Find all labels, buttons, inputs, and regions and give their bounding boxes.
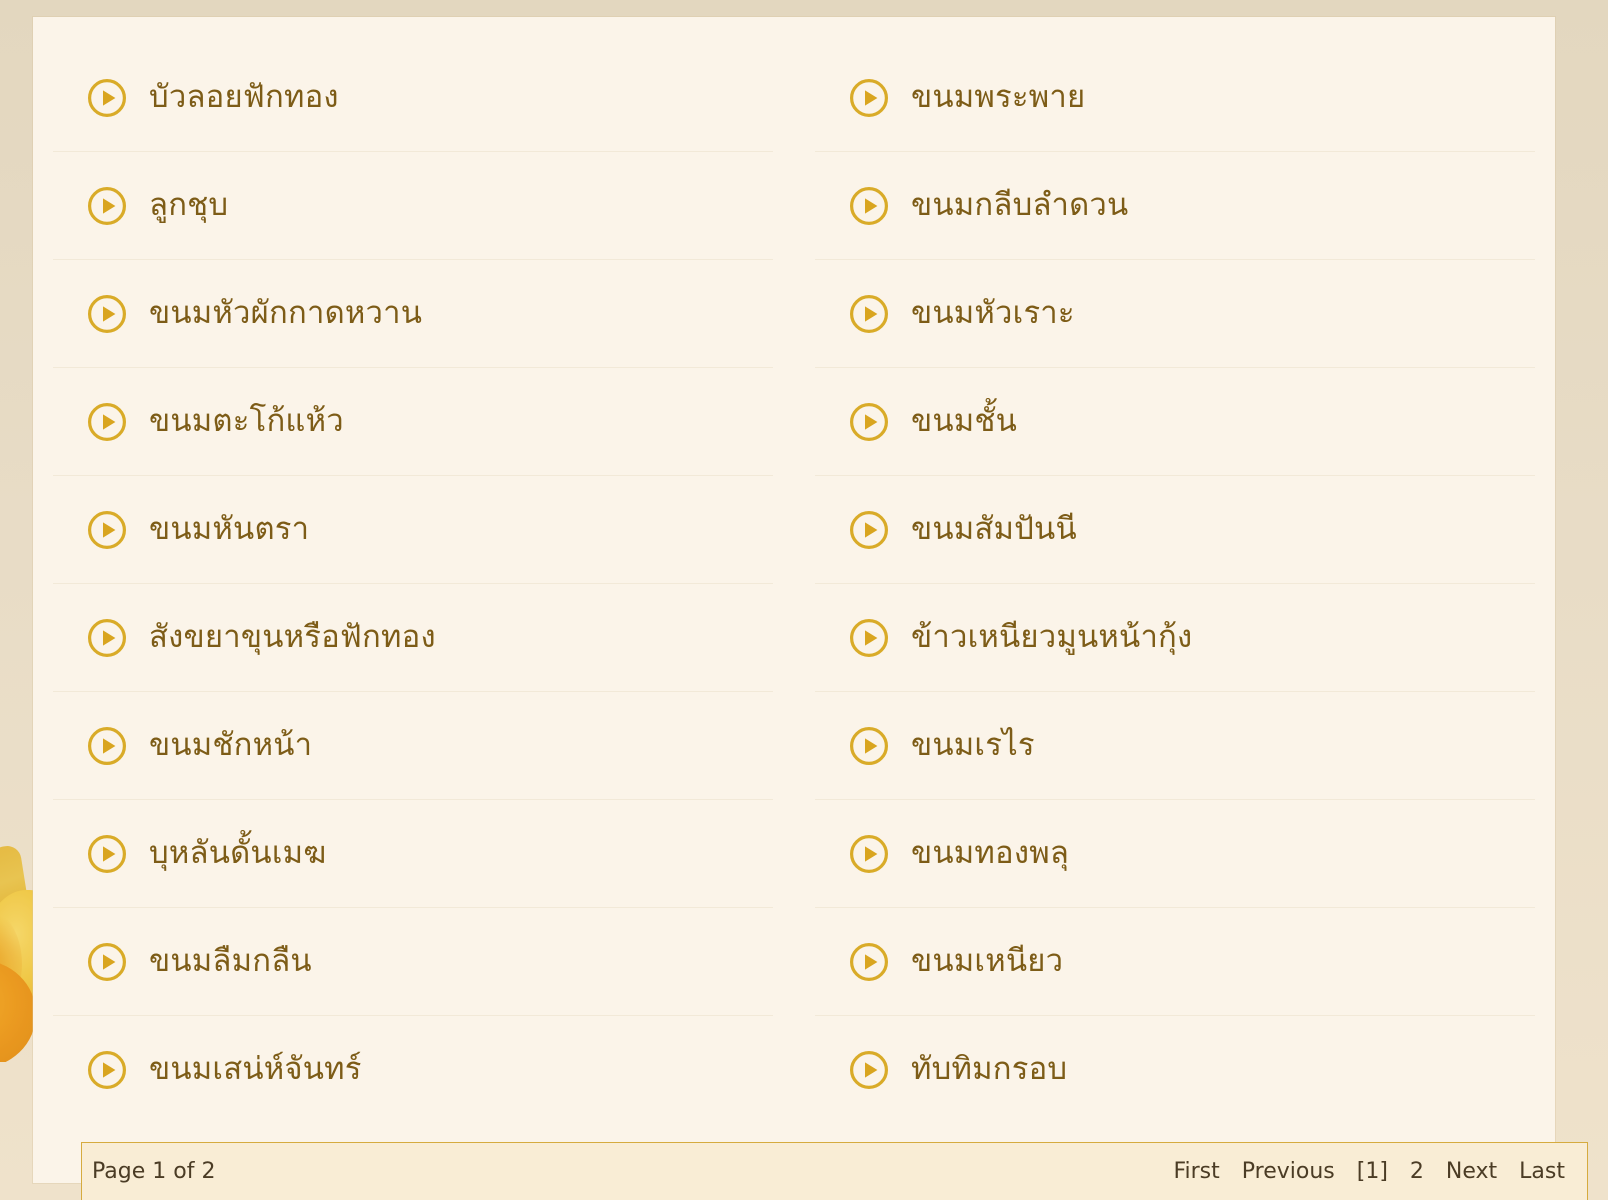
recipe-name-label: ขนมลืมกลืน <box>149 943 312 980</box>
recipe-list-item[interactable]: ขนมกลีบลำดวน <box>815 152 1535 260</box>
recipe-list-item[interactable]: ขนมลืมกลืน <box>53 908 773 1016</box>
recipe-list-item[interactable]: ทับทิมกรอบ <box>815 1016 1535 1124</box>
play-circle-icon[interactable] <box>849 726 889 766</box>
recipe-name-label: ทับทิมกรอบ <box>911 1051 1068 1088</box>
play-circle-icon[interactable] <box>87 726 127 766</box>
pagination-bar: Page 1 of 2 First Previous [1] 2 Next Last <box>81 1142 1588 1200</box>
recipe-name-label: บุหลันดั้นเมฆ <box>149 835 327 872</box>
recipe-list-item[interactable]: ลูกชุบ <box>53 152 773 260</box>
play-circle-icon[interactable] <box>849 186 889 226</box>
recipe-name-label: ขนมหัวเราะ <box>911 295 1075 332</box>
recipe-list-item[interactable]: บุหลันดั้นเมฆ <box>53 800 773 908</box>
recipe-name-label: ข้าวเหนียวมูนหน้ากุ้ง <box>911 619 1193 656</box>
recipe-name-label: ขนมหัวผักกาดหวาน <box>149 295 423 332</box>
recipe-name-label: ขนมพระพาย <box>911 79 1086 116</box>
recipe-list-item[interactable]: ขนมสัมปันนี <box>815 476 1535 584</box>
page-status-label: Page 1 of 2 <box>92 1159 216 1184</box>
recipe-name-label: ขนมทองพลุ <box>911 835 1070 872</box>
recipe-list-item[interactable]: ขนมตะโก้แห้ว <box>53 368 773 476</box>
play-circle-icon[interactable] <box>849 402 889 442</box>
pagination-link[interactable]: Last <box>1519 1159 1565 1184</box>
recipe-list-item[interactable]: ขนมหัวผักกาดหวาน <box>53 260 773 368</box>
pagination-links: First Previous [1] 2 Next Last <box>1173 1159 1573 1184</box>
play-circle-icon[interactable] <box>849 618 889 658</box>
recipe-list-item[interactable]: ขนมเรไร <box>815 692 1535 800</box>
play-circle-icon[interactable] <box>87 834 127 874</box>
recipe-list-panel: บัวลอยฟักทอง ขนมพระพาย ลูกชุบ ขนมกลีบลำด… <box>33 17 1588 1200</box>
recipe-name-label: ลูกชุบ <box>149 187 229 224</box>
play-circle-icon[interactable] <box>849 834 889 874</box>
recipe-name-label: ขนมเสน่ห์จันทร์ <box>149 1051 362 1088</box>
recipe-name-label: ขนมสัมปันนี <box>911 511 1077 548</box>
recipe-list-item[interactable]: สังขยาขุนหรือฟักทอง <box>53 584 773 692</box>
recipe-list-item[interactable]: ขนมพระพาย <box>815 44 1535 152</box>
play-circle-icon[interactable] <box>87 1050 127 1090</box>
play-circle-icon[interactable] <box>849 294 889 334</box>
recipe-list-item[interactable]: ข้าวเหนียวมูนหน้ากุ้ง <box>815 584 1535 692</box>
recipe-name-label: บัวลอยฟักทอง <box>149 79 339 116</box>
recipe-name-label: สังขยาขุนหรือฟักทอง <box>149 619 436 656</box>
recipe-name-label: ขนมเหนียว <box>911 943 1064 980</box>
recipe-list-item[interactable]: ขนมหันตรา <box>53 476 773 584</box>
play-circle-icon[interactable] <box>87 78 127 118</box>
play-circle-icon[interactable] <box>87 942 127 982</box>
recipe-name-label: ขนมหันตรา <box>149 511 310 548</box>
pagination-link[interactable]: Previous <box>1242 1159 1335 1184</box>
play-circle-icon[interactable] <box>87 402 127 442</box>
play-circle-icon[interactable] <box>87 294 127 334</box>
pagination-link[interactable]: First <box>1173 1159 1219 1184</box>
play-circle-icon[interactable] <box>87 510 127 550</box>
play-circle-icon[interactable] <box>849 1050 889 1090</box>
recipe-list-item[interactable]: ขนมหัวเราะ <box>815 260 1535 368</box>
pagination-link[interactable]: 2 <box>1410 1159 1424 1184</box>
recipe-list-item[interactable]: ขนมเสน่ห์จันทร์ <box>53 1016 773 1124</box>
recipe-name-label: ขนมชักหน้า <box>149 727 313 764</box>
pagination-link[interactable]: Next <box>1446 1159 1497 1184</box>
recipe-list-item[interactable]: บัวลอยฟักทอง <box>53 44 773 152</box>
recipe-name-label: ขนมชั้น <box>911 403 1018 440</box>
play-circle-icon[interactable] <box>87 618 127 658</box>
recipe-name-label: ขนมเรไร <box>911 727 1035 764</box>
recipe-name-label: ขนมตะโก้แห้ว <box>149 403 344 440</box>
play-circle-icon[interactable] <box>849 510 889 550</box>
recipe-list-item[interactable]: ขนมเหนียว <box>815 908 1535 1016</box>
play-circle-icon[interactable] <box>849 78 889 118</box>
play-circle-icon[interactable] <box>849 942 889 982</box>
recipe-name-label: ขนมกลีบลำดวน <box>911 187 1129 224</box>
play-circle-icon[interactable] <box>87 186 127 226</box>
recipe-list-item[interactable]: ขนมทองพลุ <box>815 800 1535 908</box>
recipe-grid: บัวลอยฟักทอง ขนมพระพาย ลูกชุบ ขนมกลีบลำด… <box>53 44 1535 1124</box>
pagination-link[interactable]: [1] <box>1357 1159 1388 1184</box>
recipe-list-item[interactable]: ขนมชักหน้า <box>53 692 773 800</box>
recipe-list-item[interactable]: ขนมชั้น <box>815 368 1535 476</box>
